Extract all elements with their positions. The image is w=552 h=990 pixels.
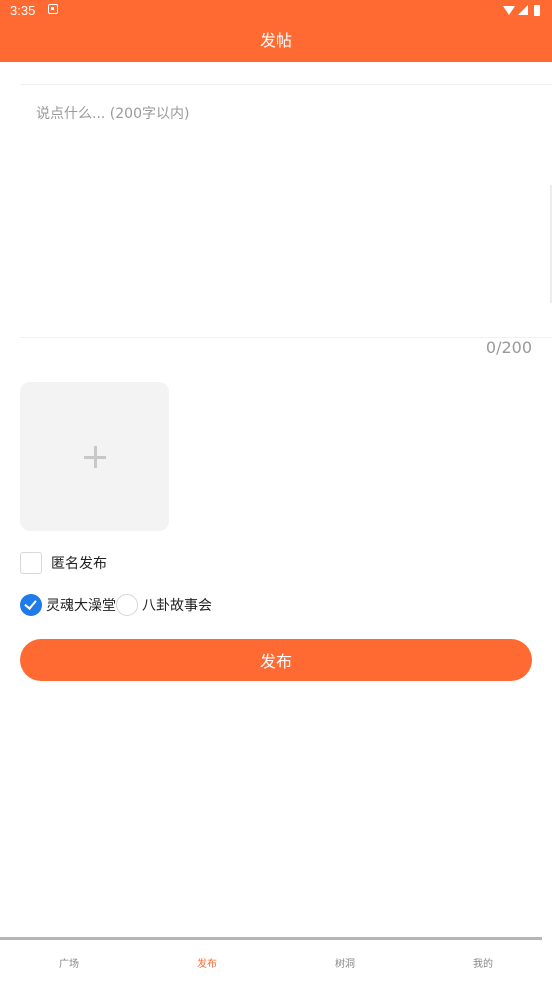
nav-item-tree-hole[interactable]: 树洞 [276, 940, 414, 985]
category-label: 灵魂大澡堂 [46, 598, 116, 614]
plus-icon [83, 445, 106, 468]
status-time: 3:35 [10, 3, 36, 18]
post-textarea[interactable]: 说点什么... (200字以内) [20, 84, 552, 338]
anonymous-option[interactable]: 匿名发布 [20, 552, 107, 574]
checkmark-icon[interactable] [20, 594, 42, 616]
notification-icon [48, 4, 58, 14]
app-header: 3:35 发帖 [0, 0, 552, 62]
category-option-soul-bath[interactable]: 灵魂大澡堂 [20, 594, 116, 616]
anonymous-label: 匿名发布 [51, 556, 107, 572]
anonymous-checkbox[interactable] [20, 552, 42, 574]
publish-button[interactable]: 发布 [20, 639, 532, 681]
wifi-icon [503, 5, 515, 15]
post-placeholder: 说点什么... (200字以内) [36, 106, 190, 122]
page-title: 发帖 [259, 31, 292, 50]
battery-icon [534, 4, 540, 16]
nav-item-square[interactable]: 广场 [0, 940, 138, 985]
nav-item-mine[interactable]: 我的 [414, 940, 552, 985]
char-count: 0/200 [485, 338, 532, 357]
category-group: 灵魂大澡堂 八卦故事会 [20, 594, 212, 616]
category-label: 八卦故事会 [142, 598, 212, 614]
bottom-nav: 广场 发布 树洞 我的 [0, 940, 552, 985]
category-option-gossip[interactable]: 八卦故事会 [116, 594, 212, 616]
nav-item-publish[interactable]: 发布 [138, 940, 276, 985]
status-icons [503, 2, 540, 18]
signal-icon [518, 5, 528, 15]
add-image-button[interactable] [20, 382, 169, 531]
radio-unchecked[interactable] [116, 594, 138, 616]
